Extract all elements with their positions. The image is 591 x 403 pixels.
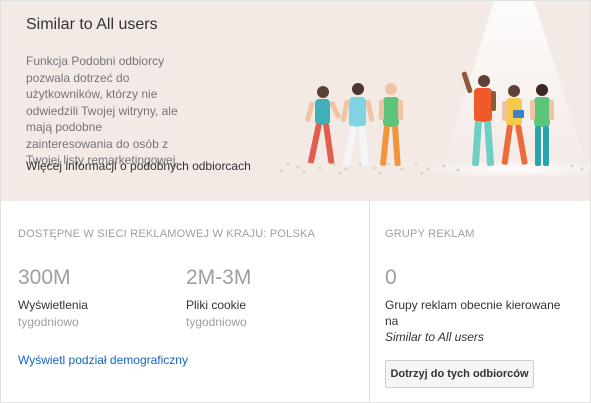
audience-description: Funkcja Podobni odbiorcy pozwala dotrzeć…: [26, 54, 179, 167]
person-1-figure: [305, 86, 341, 164]
demographics-link[interactable]: Wyświetl podział demograficzny: [18, 353, 188, 367]
impressions-value: 300M: [18, 266, 71, 289]
ad-groups-heading: Grupy reklam: [385, 228, 475, 240]
similar-audience-card: Similar to All users Funkcja Podobni odb…: [0, 0, 591, 403]
ad-groups-count: 0: [385, 266, 397, 289]
cookies-label: Pliki cookie: [186, 298, 247, 312]
reach-audience-button[interactable]: Dotrzyj do tych odbiorców: [385, 360, 534, 388]
people-illustration: [279, 1, 590, 179]
person-3-figure: [379, 83, 403, 166]
ad-groups-description: Grupy reklam obecnie kierowane na Simila…: [385, 297, 565, 345]
more-info-link[interactable]: Więcej informacji o podobnych odbiorcach: [26, 159, 251, 173]
cookies-period: tygodniowo: [186, 315, 247, 329]
ad-groups-description-text: Grupy reklam obecnie kierowane na: [385, 298, 561, 328]
targeted-audience-name: Similar to All users: [385, 330, 484, 344]
hero-banner: Similar to All users Funkcja Podobni odb…: [1, 1, 590, 201]
audience-title: Similar to All users: [26, 16, 158, 33]
cookies-value: 2M-3M: [186, 266, 252, 289]
availability-heading: Dostępne w sieci reklamowej w kraju: Pol…: [18, 228, 316, 240]
impressions-label: Wyświetlenia: [18, 298, 88, 312]
person-2-figure: [340, 83, 375, 166]
impressions-period: tygodniowo: [18, 315, 79, 329]
